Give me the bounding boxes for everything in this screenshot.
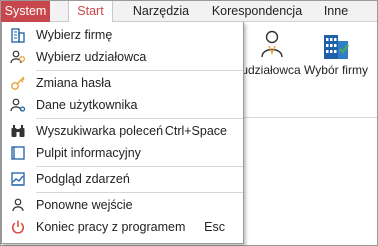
menu-item-pulpit-informacyjny[interactable]: Pulpit informacyjny <box>2 142 243 164</box>
wybor-firmy-button[interactable]: Wybór firmy <box>298 23 374 93</box>
power-icon <box>11 220 25 234</box>
menu-separator <box>36 118 243 119</box>
menu-label-ponowne-wejscie: Ponowne wejście <box>36 198 133 212</box>
menu-label-wybierz-udzialowca: Wybierz udziałowca <box>36 50 147 64</box>
menu-label-wybierz-firme: Wybierz firmę <box>36 28 113 42</box>
binoculars-icon <box>11 125 25 137</box>
shortcut-esc: Esc <box>204 220 225 234</box>
menu-item-koniec-pracy[interactable]: Koniec pracy z programem Esc <box>2 216 243 238</box>
shortcut-ctrl-space: Ctrl+Space <box>164 124 227 138</box>
menu-label-pulpit-informacyjny: Pulpit informacyjny <box>36 146 141 160</box>
ribbon-tab-bar: System Start Narzędzia Korespondencja In… <box>1 1 377 23</box>
shareholder-icon <box>261 30 283 58</box>
wybor-udzialowca-label: udziałowca <box>241 63 301 77</box>
menu-separator <box>36 166 243 167</box>
app-window: System Start Narzędzia Korespondencja In… <box>0 0 378 246</box>
tab-narzedzia[interactable]: Narzędzia <box>126 1 196 22</box>
menu-label-koniec-pracy: Koniec pracy z programem <box>36 220 186 234</box>
tab-korespondencja[interactable]: Korespondencja <box>208 1 306 22</box>
menu-item-dane-uzytkownika[interactable]: Dane użytkownika <box>2 94 243 116</box>
user-settings-icon <box>10 98 26 112</box>
event-log-icon <box>11 172 25 186</box>
menu-label-podglad-zdarzen: Podgląd zdarzeń <box>36 172 130 186</box>
tab-system[interactable]: System <box>1 1 50 22</box>
menu-item-wybierz-udzialowca[interactable]: Wybierz udziałowca <box>2 46 243 68</box>
menu-label-zmiana-hasla: Zmiana hasła <box>36 76 112 90</box>
key-icon <box>11 76 25 90</box>
menu-item-wyszukiwarka-polecen[interactable]: Wyszukiwarka poleceń Ctrl+Space <box>2 120 243 142</box>
system-dropdown-menu: Wybierz firmę Wybierz udziałowca Zmiana … <box>1 22 244 244</box>
menu-label-dane-uzytkownika: Dane użytkownika <box>36 98 138 112</box>
shareholder-icon <box>10 50 26 64</box>
menu-item-wybierz-firme[interactable]: Wybierz firmę <box>2 24 243 46</box>
relogin-user-icon <box>12 198 24 212</box>
menu-separator <box>36 192 243 193</box>
menu-item-ponowne-wejscie[interactable]: Ponowne wejście <box>2 194 243 216</box>
wybor-firmy-label: Wybór firmy <box>304 63 368 77</box>
menu-separator <box>36 70 243 71</box>
menu-item-zmiana-hasla[interactable]: Zmiana hasła <box>2 72 243 94</box>
menu-label-wyszukiwarka-polecen: Wyszukiwarka poleceń <box>36 124 164 138</box>
wybor-udzialowca-button[interactable]: udziałowca <box>237 23 305 93</box>
tab-inne[interactable]: Inne <box>319 1 353 22</box>
company-building-icon <box>324 35 349 59</box>
dashboard-icon <box>11 146 25 160</box>
company-icon <box>11 28 25 43</box>
tab-start[interactable]: Start <box>68 1 113 23</box>
menu-item-podglad-zdarzen[interactable]: Podgląd zdarzeń <box>2 168 243 190</box>
